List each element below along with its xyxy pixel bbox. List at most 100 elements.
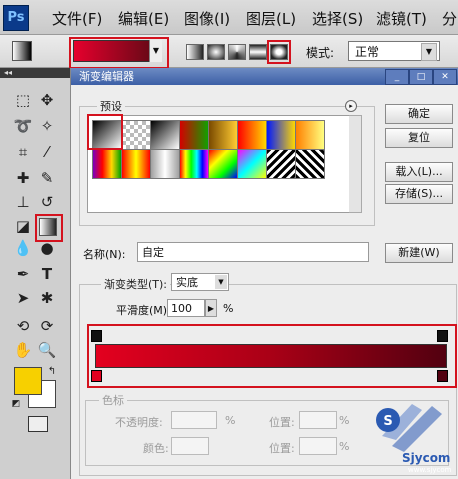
preset-swatch[interactable] — [295, 120, 325, 150]
gradient-type-value: 实底 — [176, 276, 198, 289]
preset-swatch[interactable] — [121, 120, 151, 150]
name-label: 名称(N): — [83, 248, 126, 261]
foreground-color-swatch[interactable] — [14, 367, 42, 395]
location-input[interactable] — [299, 437, 337, 455]
preset-swatch[interactable] — [121, 149, 151, 179]
dodge-tool-icon[interactable]: ● — [37, 238, 57, 258]
gradient-type-select[interactable]: 实底 ▼ — [171, 273, 229, 291]
menu-edit[interactable]: 编辑(E) — [118, 8, 169, 29]
diamond-gradient-icon[interactable] — [270, 44, 288, 60]
gradient-tool-icon[interactable] — [39, 218, 57, 236]
angle-gradient-icon[interactable] — [228, 44, 246, 60]
color-swatch-input[interactable] — [171, 437, 209, 455]
ok-button[interactable]: 确定 — [385, 104, 453, 124]
eyedropper-icon[interactable]: ⁄ — [37, 142, 57, 162]
gradient-preview-bar[interactable] — [95, 344, 447, 368]
preset-swatch[interactable] — [92, 149, 122, 179]
preset-swatch[interactable] — [266, 120, 296, 150]
healing-brush-icon[interactable]: ✚ — [13, 168, 33, 188]
reflected-gradient-icon[interactable] — [249, 44, 267, 60]
menu-bar: Ps 文件(F) 编辑(E) 图像(I) 图层(L) 选择(S) 滤镜(T) 分 — [0, 0, 458, 35]
clone-stamp-icon[interactable]: ⊥ — [13, 192, 33, 212]
location-unit: % — [339, 414, 350, 427]
photoshop-logo: Ps — [3, 5, 29, 31]
preset-swatch[interactable] — [295, 149, 325, 179]
linear-gradient-icon[interactable] — [186, 44, 204, 60]
preset-swatch[interactable] — [150, 120, 180, 150]
opacity-stop-left[interactable] — [91, 330, 102, 342]
location-input[interactable] — [299, 411, 337, 429]
crop-tool-icon[interactable]: ⌗ — [13, 142, 33, 162]
presets-well — [87, 115, 351, 213]
new-button[interactable]: 新建(W) — [385, 243, 453, 263]
watermark-text: Sjycom — [402, 451, 450, 465]
marquee-tool-icon[interactable]: ⬚ — [13, 90, 33, 110]
brush-tool-icon[interactable]: ✎ — [37, 168, 57, 188]
close-icon[interactable]: ✕ — [433, 69, 457, 85]
magic-wand-icon[interactable]: ✧ — [37, 116, 57, 136]
smoothness-input[interactable]: 100 — [167, 299, 205, 317]
radial-gradient-icon[interactable] — [207, 44, 225, 60]
presets-label: 预设 — [97, 98, 125, 114]
toolbox: ◂◂ ⬚ ✥ ➰ ✧ ⌗ ⁄ ✚ ✎ ⊥ ↺ ◪ 💧 ● ✒ T ➤ ✱ ⟲ ⟳… — [0, 68, 70, 479]
smoothness-unit: % — [223, 302, 234, 315]
options-bar: ▼ 模式: 正常 ▼ — [0, 35, 458, 69]
menu-file[interactable]: 文件(F) — [52, 8, 102, 29]
opacity-unit: % — [225, 414, 236, 427]
move-tool-icon[interactable]: ✥ — [37, 90, 57, 110]
toolbox-collapse-icon[interactable]: ◂◂ — [0, 68, 70, 78]
menu-filter[interactable]: 滤镜(T) — [376, 8, 427, 29]
type-tool-icon[interactable]: T — [37, 264, 57, 284]
zoom-tool-icon[interactable]: 🔍 — [37, 340, 57, 360]
dialog-title: 渐变编辑器 — [79, 70, 134, 83]
blur-tool-icon[interactable]: 💧 — [13, 238, 33, 258]
chevron-down-icon[interactable]: ▼ — [149, 40, 162, 62]
reset-button[interactable]: 复位 — [385, 128, 453, 148]
lasso-tool-icon[interactable]: ➰ — [13, 116, 33, 136]
menu-select[interactable]: 选择(S) — [312, 8, 363, 29]
minimize-icon[interactable]: _ — [385, 69, 409, 85]
presets-menu-icon[interactable]: ▸ — [345, 100, 357, 112]
color-stop-left[interactable] — [91, 370, 102, 382]
opacity-stop-right[interactable] — [437, 330, 448, 342]
menu-layer[interactable]: 图层(L) — [246, 8, 296, 29]
name-input[interactable]: 自定 — [137, 242, 369, 262]
preset-swatch[interactable] — [92, 120, 122, 150]
pen-tool-icon[interactable]: ✒ — [13, 264, 33, 284]
custom-shape-icon[interactable]: ✱ — [37, 288, 57, 308]
chevron-down-icon[interactable]: ▼ — [421, 43, 437, 61]
preset-swatch[interactable] — [237, 149, 267, 179]
preset-swatch[interactable] — [237, 120, 267, 150]
eraser-tool-icon[interactable]: ◪ — [13, 216, 33, 236]
watermark-logo: S Sjycom www.sjycom — [376, 404, 452, 474]
gradient-picker[interactable] — [73, 40, 161, 62]
mode-label: 模式: — [306, 46, 335, 60]
gradient-tool-preset-icon[interactable] — [12, 41, 32, 61]
hand-tool-icon[interactable]: ✋ — [13, 340, 33, 360]
opacity-input[interactable] — [171, 411, 217, 429]
maximize-icon[interactable]: □ — [409, 69, 433, 85]
mode-select[interactable]: 正常 ▼ — [348, 41, 440, 61]
history-brush-icon[interactable]: ↺ — [37, 192, 57, 212]
preset-swatch[interactable] — [208, 149, 238, 179]
preset-swatch[interactable] — [266, 149, 296, 179]
3d-orbit-icon[interactable]: ⟳ — [37, 316, 57, 336]
swap-colors-icon[interactable]: ↰ — [42, 362, 62, 382]
chevron-right-icon[interactable]: ▶ — [205, 299, 217, 317]
preset-swatch[interactable] — [179, 149, 209, 179]
menu-more[interactable]: 分 — [442, 8, 457, 29]
default-colors-icon[interactable]: ◩ — [6, 394, 26, 414]
quick-mask-icon[interactable] — [28, 416, 48, 432]
load-button[interactable]: 载入(L)... — [385, 162, 453, 182]
save-button[interactable]: 存储(S)... — [385, 184, 453, 204]
chevron-down-icon[interactable]: ▼ — [215, 275, 227, 289]
preset-swatch[interactable] — [150, 149, 180, 179]
preset-swatch[interactable] — [179, 120, 209, 150]
3d-rotate-icon[interactable]: ⟲ — [13, 316, 33, 336]
opacity-label: 不透明度: — [115, 416, 163, 429]
preset-swatch[interactable] — [208, 120, 238, 150]
color-stop-right[interactable] — [437, 370, 448, 382]
menu-image[interactable]: 图像(I) — [184, 8, 230, 29]
presets-scrollbar[interactable] — [349, 115, 362, 213]
path-selection-icon[interactable]: ➤ — [13, 288, 33, 308]
